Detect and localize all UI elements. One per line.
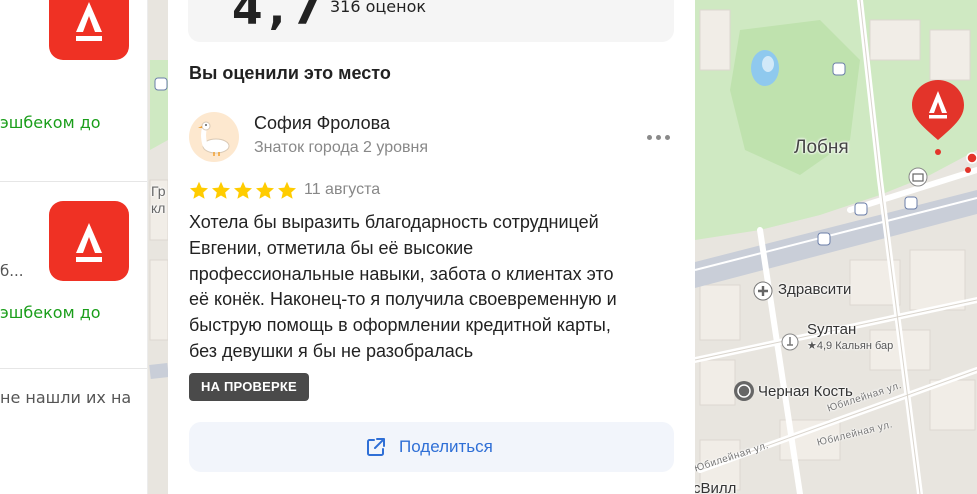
restaurant-icon xyxy=(734,381,754,401)
star-icon xyxy=(256,181,274,199)
hookah-icon xyxy=(781,333,799,351)
cashback-text: эшбеком до xyxy=(0,113,101,132)
map-fragment-label: Гр xyxy=(151,183,166,199)
map-poi-label: Sултан xyxy=(807,321,857,338)
map-poi-label: Черная Кость xyxy=(758,383,853,400)
search-results-list[interactable]: эшбеком до б... эшбеком до не нашли их н… xyxy=(0,0,148,494)
star-icon xyxy=(190,181,208,199)
star-icon xyxy=(234,181,252,199)
status-badge: НА ПРОВЕРКЕ xyxy=(189,373,309,401)
result-subtitle: б... xyxy=(0,262,24,280)
rating-value: 4,7 xyxy=(232,0,328,35)
divider xyxy=(0,181,147,182)
rating-count: 316 оценок xyxy=(330,0,427,16)
cashback-text: эшбеком до xyxy=(0,303,101,322)
author-level: Знаток города 2 уровня xyxy=(254,139,429,156)
share-button[interactable]: Поделиться xyxy=(189,422,674,472)
rating-summary-card: 4,7 316 оценок xyxy=(188,0,674,42)
alfa-bank-icon xyxy=(76,2,102,41)
map-poi-zdravsiti[interactable]: Здравсити xyxy=(753,281,851,305)
medical-cross-icon xyxy=(753,281,773,301)
review-text-line: быструю помощь в оформлении кредитной ка… xyxy=(189,315,611,336)
review-panel[interactable]: 4,7 316 оценок Вы оценили это место Софи… xyxy=(168,0,695,494)
map-bottom-label: сВилл xyxy=(693,480,737,494)
star-icon xyxy=(278,181,296,199)
alfa-bank-icon xyxy=(76,223,102,262)
review-date: 11 августа xyxy=(304,181,381,198)
avatar[interactable] xyxy=(189,112,239,162)
not-found-text: не нашли их на xyxy=(0,388,132,407)
goose-avatar-icon xyxy=(198,121,230,156)
author-name[interactable]: София Фролова xyxy=(254,113,390,134)
map-bank-marker[interactable] xyxy=(910,78,966,142)
divider xyxy=(0,368,147,369)
more-options-button[interactable] xyxy=(645,128,673,146)
star-rating xyxy=(189,181,299,201)
review-text-line: профессиональные навыки, забота о клиент… xyxy=(189,263,614,284)
review-text-line: без девушки я бы не разобралась xyxy=(189,340,474,361)
review-text: Хотела бы выразить благодарность сотрудн… xyxy=(189,210,679,365)
star-icon xyxy=(212,181,230,199)
review-text-line: Евгении, отметила бы её высокие xyxy=(189,237,474,258)
map-fragment-label: кл xyxy=(151,200,166,216)
map-city-label[interactable]: Лобня xyxy=(794,137,849,159)
share-label: Поделиться xyxy=(399,437,493,456)
review-text-line: её конёк. Наконец-то я получила своеврем… xyxy=(189,289,617,310)
bank-marker-icon xyxy=(912,80,964,140)
bank-logo[interactable] xyxy=(49,0,129,60)
map-poi-kost[interactable]: Черная Кость xyxy=(733,380,853,406)
map-poi-sublabel: ★4,9 Кальян бар xyxy=(807,340,894,352)
section-title: Вы оценили это место xyxy=(189,63,391,83)
bank-logo[interactable] xyxy=(49,201,129,281)
share-icon xyxy=(367,438,385,456)
map-poi-label: Здравсити xyxy=(778,281,852,298)
review-text-line: Хотела бы выразить благодарность сотрудн… xyxy=(189,212,599,232)
